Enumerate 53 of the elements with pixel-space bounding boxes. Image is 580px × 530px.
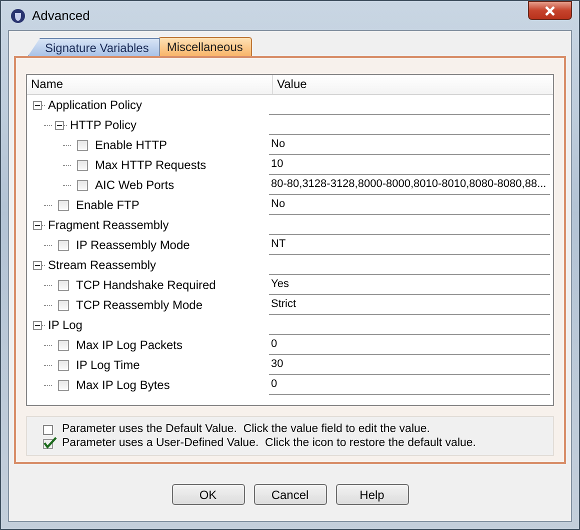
tree-item[interactable]: Enable HTTP (95, 138, 168, 152)
value-field[interactable]: 0 (269, 335, 550, 355)
value-field[interactable]: No (269, 195, 550, 215)
checkbox[interactable] (58, 240, 69, 250)
tree-item[interactable]: Max IP Log Bytes (76, 378, 170, 392)
collapse-icon[interactable] (33, 220, 42, 230)
value-field[interactable]: No (269, 135, 550, 155)
collapse-icon[interactable] (55, 120, 64, 130)
tree-item[interactable]: Fragment Reassembly (48, 218, 169, 232)
checkbox[interactable] (77, 160, 88, 170)
checkbox[interactable] (58, 280, 69, 290)
value-field[interactable]: NT (269, 235, 550, 255)
collapse-icon[interactable] (33, 320, 42, 330)
value-field[interactable]: 30 (269, 355, 550, 375)
close-button[interactable] (528, 1, 572, 20)
column-header: Value (276, 76, 307, 93)
tree-item[interactable]: Stream Reassembly (48, 258, 156, 272)
value-field[interactable]: Yes (269, 275, 550, 295)
checkbox[interactable] (58, 200, 69, 210)
legend-text: Parameter uses the Default Value. Click the value field to edit the value. (62, 423, 430, 435)
tree-item[interactable]: TCP Reassembly Mode (76, 298, 202, 312)
tab[interactable]: Miscellaneous (158, 37, 252, 56)
tab[interactable]: Signature Variables (28, 38, 160, 56)
value-field[interactable]: 80-80,3128-3128,8000-8000,8010-8010,8080-8080,88... (269, 175, 550, 195)
tree-item[interactable]: TCP Handshake Required (76, 278, 216, 292)
checkbox[interactable] (77, 140, 88, 150)
tree-item[interactable]: IP Reassembly Mode (76, 238, 190, 252)
checkbox[interactable] (58, 360, 69, 370)
legend-text: Parameter uses a User-Defined Value. Click the icon to restore the default value. (62, 437, 476, 449)
tree-item[interactable]: IP Log Time (76, 358, 140, 372)
tree-item[interactable]: AIC Web Ports (95, 178, 174, 192)
window-title: Advanced (32, 8, 90, 23)
value-field[interactable]: 0 (269, 375, 550, 395)
tree-item[interactable]: Application Policy (48, 98, 142, 112)
value-field[interactable]: Strict (269, 295, 550, 315)
tree-item[interactable]: IP Log (48, 318, 82, 332)
tree-item[interactable]: Max IP Log Packets (76, 338, 182, 352)
dialog-button[interactable]: Cancel (254, 484, 326, 505)
collapse-icon[interactable] (33, 100, 42, 110)
tree-item[interactable]: HTTP Policy (70, 118, 136, 132)
tree-item[interactable]: Max HTTP Requests (95, 158, 206, 172)
close-icon (544, 6, 556, 16)
column-header: Name (27, 75, 273, 94)
checkbox[interactable] (58, 340, 69, 350)
checkbox[interactable] (58, 380, 69, 390)
collapse-icon[interactable] (33, 260, 42, 270)
dialog-button[interactable]: OK (172, 484, 244, 505)
shield-icon (10, 8, 26, 24)
value-field[interactable]: 10 (269, 155, 550, 175)
dialog-button[interactable]: Help (336, 484, 408, 505)
checkbox[interactable] (77, 180, 88, 190)
tree-item[interactable]: Enable FTP (76, 198, 140, 212)
checkbox[interactable] (58, 300, 69, 310)
